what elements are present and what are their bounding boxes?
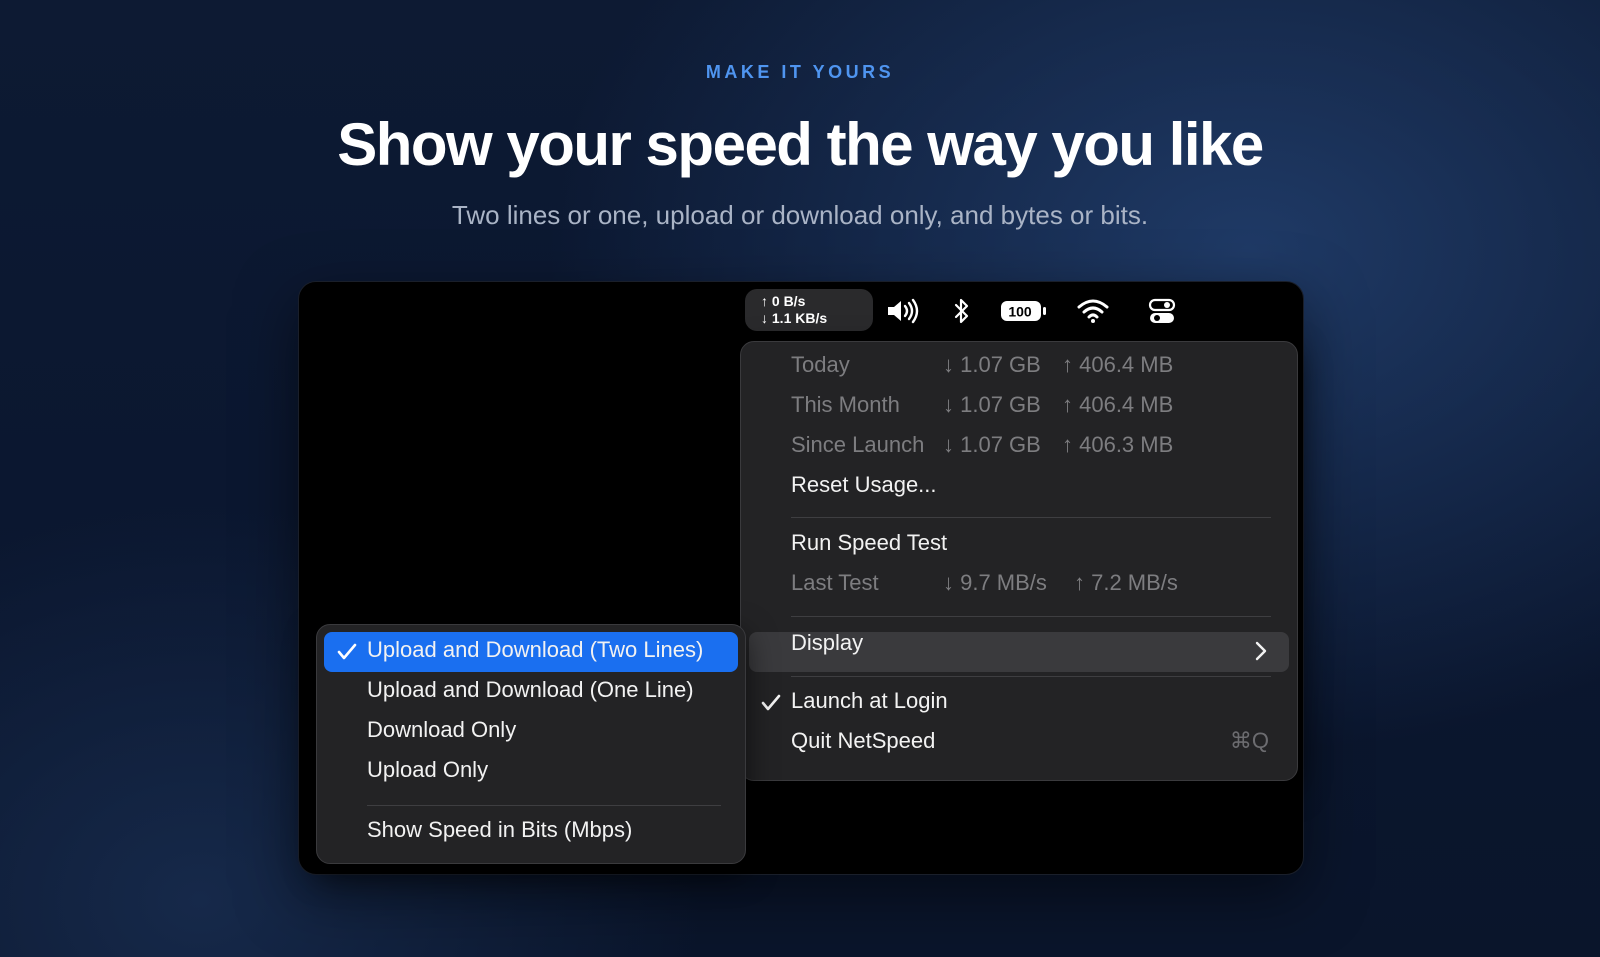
reset-usage-item[interactable]: Reset Usage... (791, 472, 937, 498)
menu-separator (791, 676, 1271, 677)
hero-eyebrow: MAKE IT YOURS (705, 62, 895, 82)
quit-item[interactable]: Quit NetSpeed (791, 728, 935, 754)
checkmark-icon (761, 694, 781, 711)
display-submenu: Upload and Download (Two Lines) Upload a… (316, 624, 746, 864)
download-speed-readout: ↓ 1.1 KB/s (761, 310, 828, 326)
hero-title: Show your speed the way you like (337, 111, 1264, 178)
launch-at-login-item[interactable]: Launch at Login (791, 688, 948, 714)
last-test-down: ↓ 9.7 MB/s (943, 570, 1047, 595)
run-speed-test-item[interactable]: Run Speed Test (791, 530, 947, 556)
usage-month-up: ↑ 406.4 MB (1062, 392, 1174, 417)
usage-today-label: Today (791, 352, 850, 377)
display-two-lines-item[interactable]: Upload and Download (Two Lines) (367, 637, 703, 663)
submenu-separator (367, 805, 721, 806)
quit-shortcut: ⌘Q (1229, 728, 1269, 753)
battery-icon[interactable]: 100 (1000, 296, 1048, 326)
checkmark-icon (337, 643, 357, 660)
control-center-icon[interactable] (1148, 296, 1176, 326)
display-upload-only-item[interactable]: Upload Only (367, 757, 488, 783)
last-test-label: Last Test (791, 570, 879, 595)
usage-launch-down: ↓ 1.07 GB (943, 432, 1041, 457)
bluetooth-icon[interactable] (952, 296, 972, 326)
netspeed-menu: Today ↓ 1.07 GB ↑ 406.4 MB This Month ↓ … (740, 341, 1298, 781)
display-one-line-item[interactable]: Upload and Download (One Line) (367, 677, 694, 703)
menu-separator (791, 616, 1271, 617)
last-test-up: ↑ 7.2 MB/s (1074, 570, 1178, 595)
show-bits-item[interactable]: Show Speed in Bits (Mbps) (367, 817, 632, 843)
speaker-icon[interactable] (885, 296, 921, 326)
netspeed-menubar-item[interactable]: ↑ 0 B/s ↓ 1.1 KB/s (745, 289, 873, 331)
usage-launch-label: Since Launch (791, 432, 925, 457)
usage-today-down: ↓ 1.07 GB (943, 352, 1041, 377)
wifi-icon[interactable] (1076, 296, 1110, 326)
usage-month-label: This Month (791, 392, 900, 417)
usage-today-up: ↑ 406.4 MB (1062, 352, 1174, 377)
display-item[interactable]: Display (791, 630, 863, 656)
battery-level: 100 (1008, 304, 1032, 320)
upload-speed-readout: ↑ 0 B/s (761, 293, 806, 309)
usage-month-down: ↓ 1.07 GB (943, 392, 1041, 417)
display-download-only-item[interactable]: Download Only (367, 717, 516, 743)
menu-separator (791, 517, 1271, 518)
usage-launch-up: ↑ 406.3 MB (1062, 432, 1174, 457)
hero-subtitle: Two lines or one, upload or download onl… (451, 200, 1149, 230)
chevron-right-icon (1255, 641, 1267, 661)
